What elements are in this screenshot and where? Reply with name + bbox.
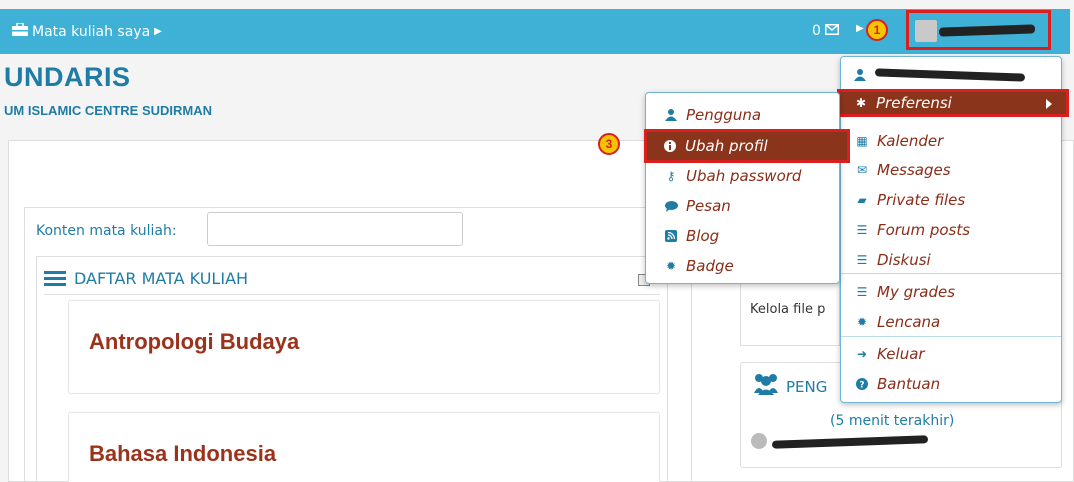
menu-item-label: Lencana [877,313,941,331]
menu-item-label: Messages [877,161,951,179]
gear-icon: ✱ [855,96,867,110]
table-icon: ☰ [856,285,868,299]
user-icon [853,68,867,82]
step-badge-3: 3 [598,133,620,155]
menu-item-label: Blog [686,227,720,245]
avatar [751,433,767,449]
menu-item-bantuan[interactable]: ? Bantuan [855,370,940,398]
menu-item-messages[interactable]: ✉ Messages [855,156,951,184]
site-title[interactable]: UNDARIS [4,62,131,93]
menu-item-pengguna[interactable]: Pengguna [664,101,761,129]
menu-item-label: Private files [877,191,966,209]
menu-item-blog[interactable]: Blog [664,222,719,250]
user-icon [664,108,678,122]
envelope-icon: ✉ [856,163,868,177]
menu-item-label: Preferensi [876,94,952,112]
menu-item-label: My grades [877,283,956,301]
my-courses-label: Mata kuliah saya [32,23,151,40]
caret-right-icon [1046,99,1052,109]
info-icon [663,139,677,153]
calendar-icon: ▦ [856,134,868,148]
menu-item-label: Pesan [686,197,731,215]
menu-item-badge[interactable]: ✹ Badge [664,252,734,280]
menu-item-label: Forum posts [877,221,971,239]
menu-item-forum-posts[interactable]: ☰ Forum posts [855,216,970,244]
hamburger-icon [44,268,66,289]
step-badge-1: 1 [866,19,888,41]
file-icon: ▰ [857,193,867,207]
divider [841,273,1061,274]
course-card[interactable]: Bahasa Indonesia [68,412,660,482]
menu-item-diskusi[interactable]: ☰ Diskusi [855,246,931,274]
chat-icon [664,199,678,213]
menu-item-keluar[interactable]: ➜ Keluar [855,340,925,368]
menu-item-preferensi[interactable]: ✱ Preferensi [837,89,1069,117]
badge-icon: ✹ [856,315,868,329]
divider [841,336,1061,337]
user-fullname-item[interactable] [853,61,1026,89]
list-icon: ☰ [856,223,868,237]
users-icon [751,373,781,399]
key-icon: ⚷ [666,169,676,183]
menu-item-label: Diskusi [877,251,931,269]
menu-item-ubah-profil[interactable]: Ubah profil [644,129,850,163]
menu-item-label: Keluar [877,345,925,363]
private-files-block: Kelola file p [740,282,840,346]
list-icon: ☰ [856,253,868,267]
badge-icon: ✹ [665,259,677,273]
menu-item-label: Ubah profil [685,137,768,155]
menu-item-label: Ubah password [686,167,802,185]
svg-text:?: ? [859,381,864,391]
user-dropdown-menu: ✱ Preferensi ▦ Kalender ✉ Messages ▰ Pri… [837,56,1069,403]
envelope-icon [824,23,839,39]
menu-item-my-grades[interactable]: ☰ My grades [855,278,955,306]
online-users-title: PENG [786,378,828,396]
my-courses-menu[interactable]: Mata kuliah saya ▶ [12,22,162,40]
help-icon: ? [855,377,869,391]
caret-right-icon: ▶ [154,26,162,37]
signout-icon: ➜ [856,347,868,361]
course-list-title: DAFTAR MATA KULIAH [74,269,249,288]
course-content-label: Konten mata kuliah: [36,223,177,239]
menu-item-label: Kalender [877,132,944,150]
menu-item-ubah-password[interactable]: ⚷ Ubah password [664,162,802,190]
menu-item-lencana[interactable]: ✹ Lencana [855,308,940,336]
online-users-note: (5 menit terakhir) [830,413,955,429]
user-menu-toggle[interactable] [906,10,1051,50]
rss-icon [664,229,678,243]
course-list-header: DAFTAR MATA KULIAH [44,268,248,289]
course-card[interactable]: Antropologi Budaya [68,300,660,394]
messages-indicator[interactable]: 0 [812,23,839,39]
private-files-text[interactable]: Kelola file p [750,302,825,317]
course-title[interactable]: Antropologi Budaya [89,329,299,355]
divider [44,294,660,295]
menu-item-label: Pengguna [686,106,762,124]
course-content-input[interactable] [207,212,463,246]
menu-item-label: Badge [686,257,734,275]
caret-right-icon: ▶ [856,23,864,34]
redacted-username [938,24,1036,37]
preferences-submenu: Pengguna Ubah profil ⚷ Ubah password Pes… [644,92,850,284]
menu-item-pesan[interactable]: Pesan [664,192,731,220]
menu-item-label: Bantuan [877,375,941,393]
avatar [915,20,937,42]
menu-item-kalender[interactable]: ▦ Kalender [855,127,943,155]
briefcase-icon [12,22,28,40]
message-count: 0 [812,23,821,39]
navbar: Mata kuliah saya ▶ 0 ▶ [0,9,1070,54]
site-subtitle: UM ISLAMIC CENTRE SUDIRMAN [4,103,212,118]
course-title[interactable]: Bahasa Indonesia [89,441,276,467]
redacted-username [874,68,1026,82]
menu-item-private-files[interactable]: ▰ Private files [855,186,965,214]
